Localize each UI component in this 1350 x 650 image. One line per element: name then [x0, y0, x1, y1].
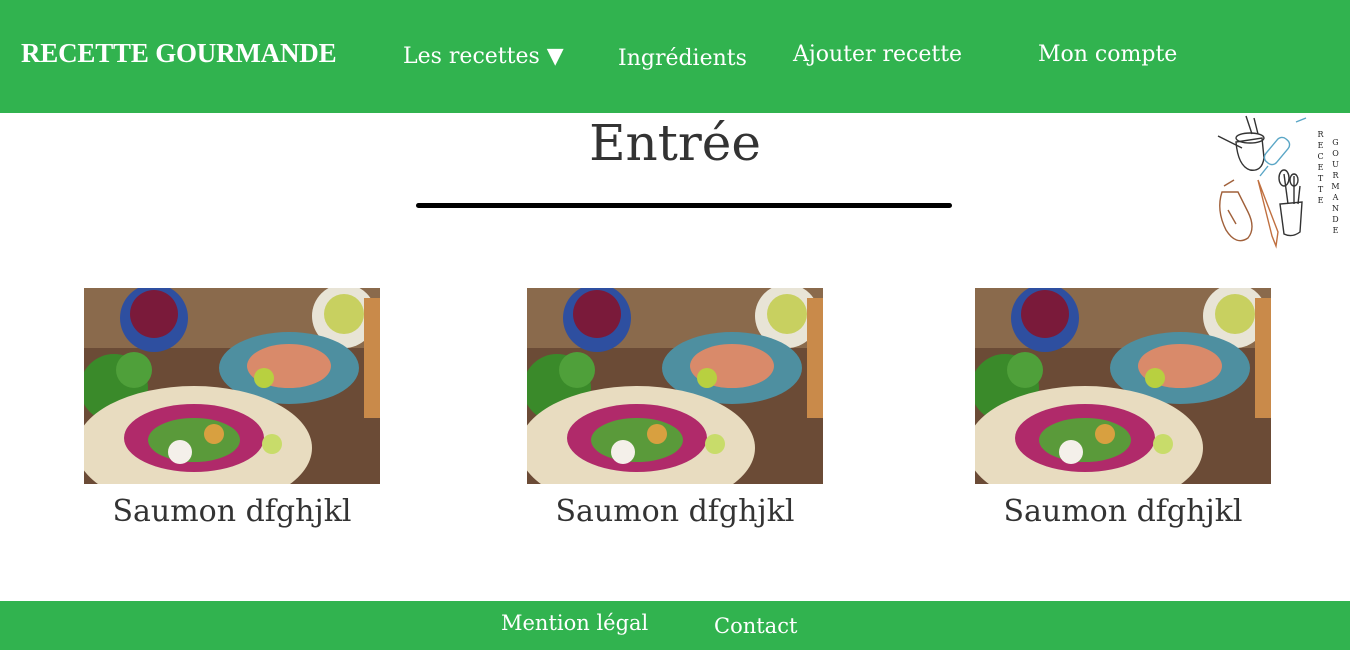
recipe-title[interactable]: Saumon dfghjkl [467, 494, 883, 529]
recipe-card[interactable]: Saumon dfghjkl [527, 288, 823, 529]
footer-link-mention-legal[interactable]: Mention légal [501, 611, 648, 635]
recipe-title[interactable]: Saumon dfghjkl [915, 494, 1331, 529]
nav-ingredients[interactable]: Ingrédients [618, 46, 747, 71]
nav-ajouter-recette[interactable]: Ajouter recette [793, 42, 962, 67]
recipe-card[interactable]: Saumon dfghjkl [84, 288, 380, 529]
recipe-card[interactable]: Saumon dfghjkl [975, 288, 1271, 529]
recipe-title[interactable]: Saumon dfghjkl [24, 494, 440, 529]
utensils-illustration-icon [1217, 115, 1307, 249]
footer-link-contact[interactable]: Contact [714, 614, 797, 638]
logo-word-recette: RECETTE [1316, 130, 1325, 207]
recipe-photo[interactable] [84, 288, 380, 484]
title-divider [416, 203, 952, 208]
footer: Mention légal Contact [0, 601, 1350, 650]
nav-mon-compte[interactable]: Mon compte [1038, 42, 1177, 67]
brand-logo-text[interactable]: RECETTE GOURMANDE [21, 38, 337, 69]
food-photo-icon [527, 288, 823, 484]
recipe-photo[interactable] [975, 288, 1271, 484]
kitchen-utensils-logo: RECETTE GOURMANDE [1214, 114, 1344, 250]
logo-word-gourmande: GOURMANDE [1331, 138, 1340, 237]
food-photo-icon [975, 288, 1271, 484]
top-navbar: RECETTE GOURMANDE Les recettes ▼ Ingrédi… [0, 0, 1350, 113]
recipe-photo[interactable] [527, 288, 823, 484]
food-photo-icon [84, 288, 380, 484]
page-title: Entrée [589, 114, 761, 172]
nav-les-recettes-dropdown[interactable]: Les recettes ▼ [403, 44, 564, 69]
